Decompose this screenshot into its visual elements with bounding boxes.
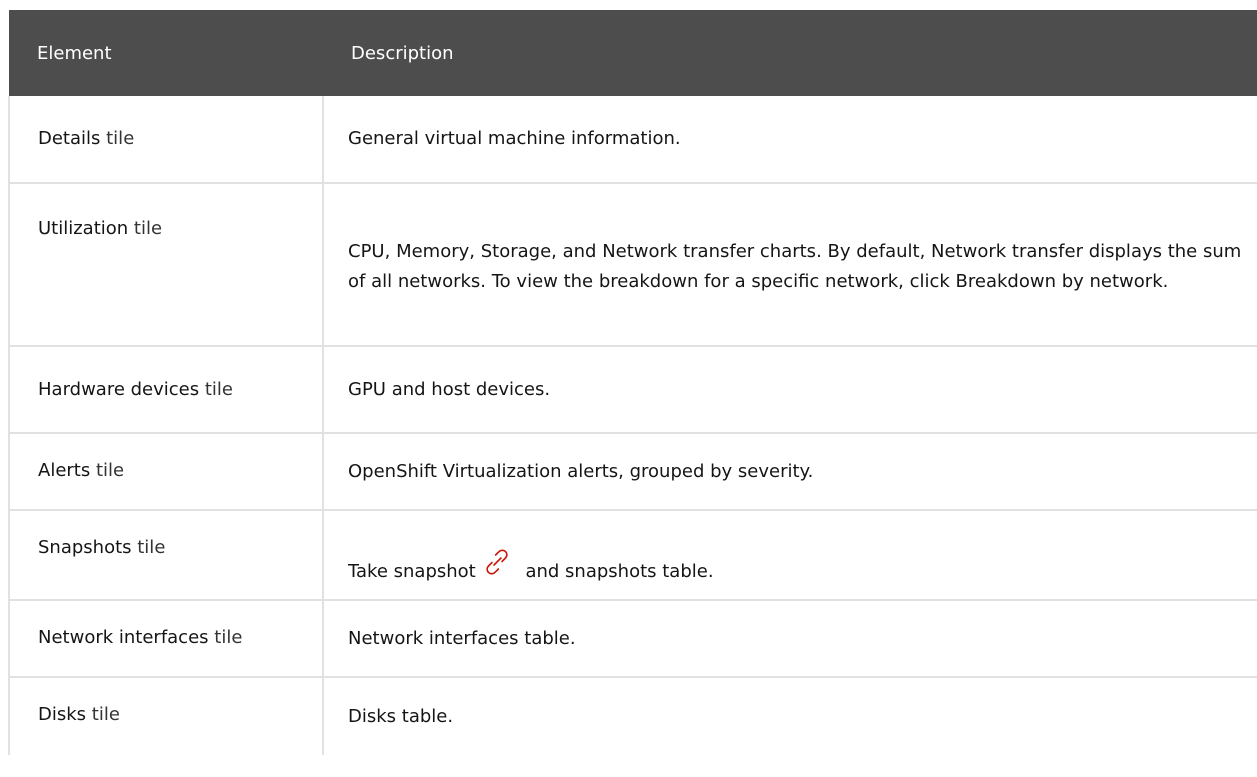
table-row: Disks tile Disks table. bbox=[8, 677, 1257, 755]
term-memory: Memory bbox=[396, 240, 470, 262]
table-row: Network interfaces tile Network interfac… bbox=[8, 600, 1257, 678]
term-breakdown-by-network: Breakdown by network bbox=[955, 270, 1163, 292]
tiles-table: Element Description Details tile General… bbox=[8, 10, 1257, 755]
element-suffix: tile bbox=[199, 379, 233, 400]
element-cell: Disks tile bbox=[8, 677, 323, 755]
description-text: charts. By default, bbox=[754, 240, 932, 262]
element-suffix: tile bbox=[100, 128, 135, 149]
description-cell: Network interfaces table. bbox=[322, 600, 1257, 678]
term-storage: Storage bbox=[480, 240, 552, 262]
description-text: GPU and host devices. bbox=[348, 378, 551, 400]
link-icon bbox=[486, 549, 508, 575]
table-row: Alerts tile OpenShift Virtualization ale… bbox=[8, 433, 1257, 511]
element-name: Hardware devices bbox=[38, 379, 200, 400]
element-name: Alerts bbox=[38, 460, 91, 481]
term-take-snapshot: Take snapshot bbox=[348, 561, 476, 582]
term-cpu: CPU bbox=[348, 240, 385, 262]
element-name: Network interfaces bbox=[38, 627, 209, 648]
element-name: Utilization bbox=[38, 218, 129, 239]
element-name: Details bbox=[38, 128, 101, 149]
element-suffix: tile bbox=[131, 537, 166, 558]
description-text: . bbox=[1162, 270, 1169, 292]
element-name: Disks bbox=[38, 704, 87, 725]
separator: , bbox=[384, 240, 397, 262]
description-cell: CPU, Memory, Storage, and Network transf… bbox=[322, 183, 1257, 347]
element-name: Snapshots bbox=[38, 537, 132, 558]
description-cell: OpenShift Virtualization alerts, grouped… bbox=[322, 433, 1257, 511]
element-cell: Snapshots tile bbox=[8, 510, 323, 601]
separator: , and bbox=[551, 240, 603, 262]
description-text: General virtual machine information. bbox=[348, 128, 681, 149]
element-cell: Hardware devices tile bbox=[8, 346, 323, 434]
separator: , bbox=[469, 240, 481, 262]
description-text: OpenShift Virtualization alerts, grouped… bbox=[348, 460, 814, 482]
table-row: Hardware devices tile GPU and host devic… bbox=[8, 346, 1257, 434]
header-description: Description bbox=[323, 10, 1257, 96]
description-text: and snapshots table. bbox=[519, 561, 714, 582]
element-suffix: tile bbox=[90, 460, 125, 481]
table-row: Snapshots tile Take snapshot and snapsho… bbox=[8, 510, 1257, 601]
header-element: Element bbox=[9, 10, 323, 96]
element-suffix: tile bbox=[86, 704, 120, 725]
description-cell: General virtual machine information. bbox=[322, 96, 1257, 184]
element-cell: Details tile bbox=[8, 96, 323, 184]
term-network-transfer: Network transfer bbox=[931, 240, 1083, 262]
element-cell: Utilization tile bbox=[8, 183, 323, 347]
description-cell: Take snapshot and snapshots table. bbox=[322, 510, 1257, 601]
table-row: Utilization tile CPU, Memory, Storage, a… bbox=[8, 183, 1257, 347]
element-suffix: tile bbox=[208, 627, 243, 648]
description-text: Network interfaces table. bbox=[348, 627, 576, 649]
table-row: Details tile General virtual machine inf… bbox=[8, 96, 1257, 184]
element-suffix: tile bbox=[128, 218, 163, 239]
description-text: Disks table. bbox=[348, 705, 454, 727]
description-cell: Disks table. bbox=[322, 677, 1257, 755]
element-cell: Network interfaces tile bbox=[8, 600, 323, 678]
description-cell: GPU and host devices. bbox=[322, 346, 1257, 434]
element-cell: Alerts tile bbox=[8, 433, 323, 511]
table-header-row: Element Description bbox=[9, 10, 1257, 96]
term-network-transfer: Network transfer bbox=[602, 240, 755, 262]
